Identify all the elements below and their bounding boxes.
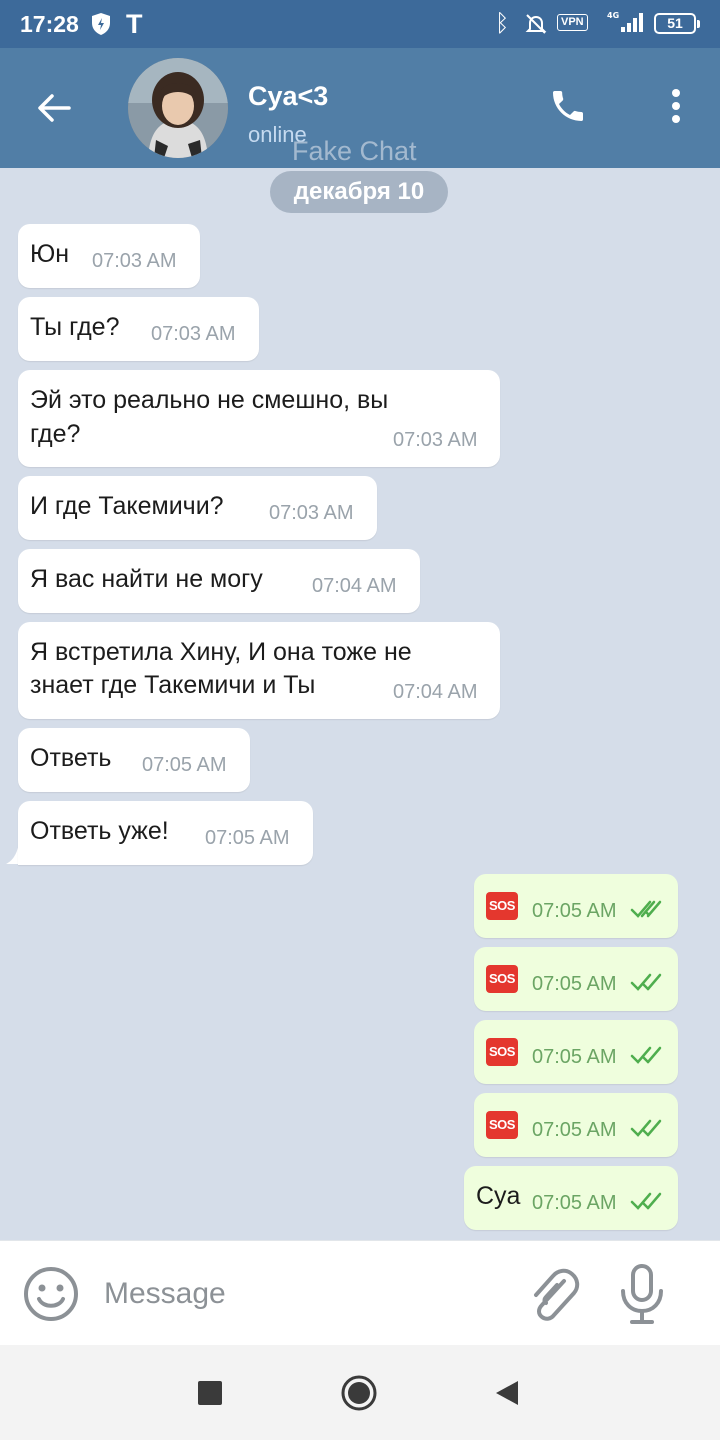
message-input-bar	[0, 1240, 720, 1345]
mute-bell-icon	[525, 14, 547, 34]
home-icon[interactable]	[340, 1374, 378, 1412]
message-text: Ты где?	[30, 313, 120, 341]
message-time: 07:05 AM	[532, 973, 617, 995]
message-bubble-incoming[interactable]: Я вас найти не могу 07:04 AM	[18, 549, 420, 613]
message-bubble-outgoing[interactable]: SOS 07:05 AM	[474, 947, 678, 1011]
watermark: Fake Chat	[292, 136, 417, 166]
back-button[interactable]	[26, 80, 82, 136]
message-bubble-outgoing[interactable]: Cya 07:05 AM	[464, 1166, 678, 1230]
sos-emoji: SOS	[486, 1038, 518, 1066]
status-time: 17:28	[20, 11, 79, 37]
more-vert-icon	[672, 89, 680, 123]
message-text-line: где?	[30, 420, 81, 448]
signal-icon: 4G	[607, 11, 643, 32]
avatar-photo	[128, 58, 228, 158]
message-time: 07:05 AM	[532, 1119, 617, 1141]
message-time: 07:05 AM	[142, 754, 227, 776]
message-text-line: знает где Такемичи и Ты	[30, 671, 316, 699]
status-bar: 17:28 T ᛒ VPN 4G 51	[0, 0, 720, 48]
message-bubble-incoming[interactable]: Юн 07:03 AM	[18, 224, 200, 288]
vpn-badge: VPN	[557, 14, 588, 31]
message-time: 07:05 AM	[532, 1192, 617, 1214]
message-bubble-outgoing[interactable]: SOS 07:05 AM	[474, 1020, 678, 1084]
double-check-icon	[630, 1119, 662, 1137]
sos-emoji: SOS	[486, 1111, 518, 1139]
message-text-line: Эй это реально не смешно, вы	[30, 386, 389, 414]
double-check-icon	[630, 1046, 662, 1064]
message-bubble-outgoing[interactable]: SOS 07:05 AM	[474, 874, 678, 938]
svg-text:4G: 4G	[607, 11, 619, 20]
date-separator: декабря 10	[270, 171, 448, 213]
message-bubble-incoming[interactable]: Ответь 07:05 AM	[18, 728, 250, 792]
message-text-line: Я встретила Хину, И она тоже не	[30, 638, 412, 666]
double-check-icon	[630, 1192, 662, 1210]
message-text: И где Такемичи?	[30, 492, 224, 520]
message-text: Cya	[476, 1182, 521, 1210]
message-text: Ответь уже!	[30, 817, 169, 845]
sos-emoji: SOS	[486, 892, 518, 920]
message-input[interactable]	[104, 1271, 504, 1317]
double-check-icon	[630, 973, 662, 991]
t-app-icon: T	[126, 9, 143, 39]
message-bubble-incoming[interactable]: Эй это реально не смешно, вы где? 07:03 …	[18, 370, 500, 467]
message-time: 07:03 AM	[393, 429, 478, 451]
message-bubble-incoming[interactable]: И где Такемичи? 07:03 AM	[18, 476, 377, 540]
paperclip-icon[interactable]	[524, 1263, 582, 1325]
message-time: 07:05 AM	[205, 827, 290, 849]
message-time: 07:03 AM	[269, 502, 354, 524]
bluetooth-icon: ᛒ	[495, 10, 510, 37]
double-check-icon	[630, 900, 662, 918]
call-button[interactable]	[540, 78, 596, 134]
message-time: 07:04 AM	[393, 681, 478, 703]
message-bubble-incoming[interactable]: Ты где? 07:03 AM	[18, 297, 259, 361]
message-text: Я вас найти не могу	[30, 565, 263, 593]
message-text: Юн	[30, 240, 70, 268]
recents-icon[interactable]	[198, 1381, 222, 1405]
sos-emoji: SOS	[486, 965, 518, 993]
message-bubble-incoming[interactable]: Я встретила Хину, И она тоже не знает гд…	[18, 622, 500, 719]
message-time: 07:04 AM	[312, 575, 397, 597]
emoji-icon[interactable]	[22, 1265, 80, 1323]
system-nav-bar	[0, 1345, 720, 1440]
contact-avatar[interactable]	[128, 58, 228, 158]
message-text: Ответь	[30, 744, 112, 772]
nav-back-icon[interactable]	[494, 1379, 520, 1407]
message-time: 07:05 AM	[532, 900, 617, 922]
more-options-button[interactable]	[652, 78, 700, 134]
microphone-icon[interactable]	[614, 1261, 670, 1327]
message-bubble-incoming[interactable]: Ответь уже! 07:05 AM	[18, 801, 313, 865]
shield-icon	[92, 13, 110, 35]
contact-name[interactable]: Cya<3	[248, 81, 328, 112]
back-arrow-icon	[38, 94, 71, 122]
message-time: 07:05 AM	[532, 1046, 617, 1068]
message-bubble-outgoing[interactable]: SOS 07:05 AM	[474, 1093, 678, 1157]
message-time: 07:03 AM	[151, 323, 236, 345]
phone-icon	[553, 91, 583, 121]
battery-indicator: 51	[654, 13, 700, 34]
message-time: 07:03 AM	[92, 250, 177, 272]
